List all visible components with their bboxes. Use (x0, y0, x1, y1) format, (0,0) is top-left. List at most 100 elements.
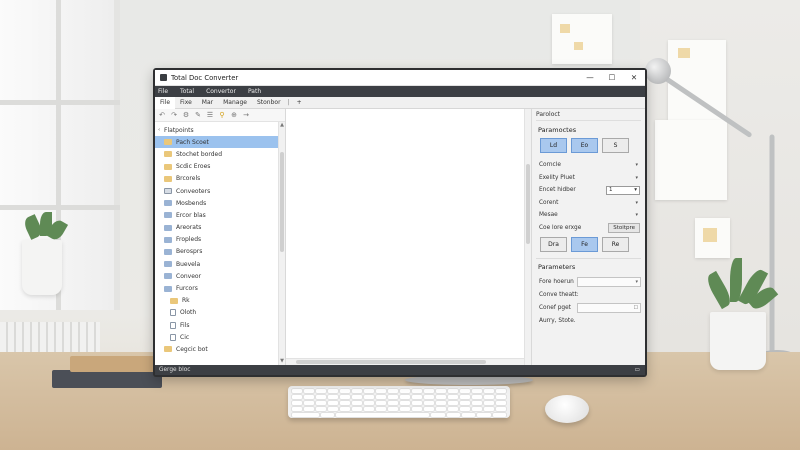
menu-path[interactable]: Path (248, 88, 261, 95)
tree-item[interactable]: Cegcic bot (155, 343, 285, 355)
title-bar: Total Doc Converter — ☐ ✕ (155, 70, 645, 86)
action-button-dra[interactable]: Dra (540, 237, 567, 252)
tree-item[interactable]: Fropleds (155, 234, 285, 246)
tree-item-label: Stochet borded (176, 150, 223, 158)
tree-item[interactable]: Brcorels (155, 173, 285, 185)
tree-item[interactable]: Cic (155, 331, 285, 343)
action-button-fe[interactable]: Fe (571, 237, 598, 252)
param-mesae[interactable]: Mesae ▾ (536, 209, 641, 222)
tab-mar[interactable]: Mar (197, 97, 218, 109)
menu-file[interactable]: File (158, 88, 168, 95)
maximize-button[interactable]: ☐ (601, 70, 623, 86)
minimize-button[interactable]: — (579, 70, 601, 86)
browse-icon[interactable]: ☐ (634, 305, 638, 311)
tree-item-label: Areorats (176, 224, 202, 232)
tree-item[interactable]: Oloth (155, 307, 285, 319)
tree-item[interactable]: Furcors (155, 282, 285, 294)
tree-item-label: Cic (180, 333, 190, 341)
lamp-head (645, 58, 671, 84)
tree-item[interactable]: Berosprs (155, 246, 285, 258)
plant-pot (22, 240, 62, 295)
close-button[interactable]: ✕ (623, 70, 645, 86)
action-button-re[interactable]: Re (602, 237, 629, 252)
preview-hscrollbar[interactable] (286, 358, 524, 365)
chevron-down-icon[interactable]: ▾ (635, 212, 641, 218)
tree-item[interactable]: Stochet borded (155, 148, 285, 160)
folder-icon (164, 236, 172, 243)
tree-item[interactable]: Scdic Eroes (155, 161, 285, 173)
tab-file[interactable]: File (155, 96, 176, 109)
tab-fixe[interactable]: Fixe (175, 97, 197, 109)
fore-hoerun-select[interactable]: ▾ (577, 276, 641, 287)
tree-item[interactable]: Areorats (155, 222, 285, 234)
app-icon (160, 74, 167, 81)
preview-hscroll-thumb[interactable] (296, 360, 486, 364)
param-corent[interactable]: Corent ▾ (536, 197, 641, 210)
search-icon[interactable]: ⚲ (218, 111, 226, 119)
tree-item[interactable]: Buevela (155, 258, 285, 270)
undo-icon[interactable]: ↶ (158, 111, 166, 119)
mode-button-ld[interactable]: Ld (540, 138, 567, 153)
chevron-down-icon: ▾ (635, 278, 638, 285)
field-fore-hoerun: Fore hoerun ▾ (536, 275, 641, 288)
encet-select[interactable]: 1 ▾ (606, 185, 640, 195)
file-tree: ‹ Flatpoints Pach Scoet Stochet borded Scd… (155, 122, 285, 356)
wall-note (668, 40, 726, 120)
forward-icon[interactable]: → (242, 111, 250, 119)
tree-item-label: Conveoters (176, 187, 211, 195)
menu-convertor[interactable]: Convertor (206, 88, 236, 95)
preview-area[interactable] (286, 109, 531, 365)
tree-scroll-thumb[interactable] (280, 152, 284, 252)
folder-icon (170, 297, 178, 304)
tree-root[interactable]: ‹ Flatpoints (155, 124, 285, 136)
section-heading: Paramoctes (538, 126, 577, 134)
param-label: Corent (539, 199, 559, 206)
param-exelity-pluet[interactable]: Exelity Pluet ▾ (536, 172, 641, 185)
add-tab-button[interactable]: + (292, 97, 307, 109)
monitor: Total Doc Converter — ☐ ✕ File Total Con… (153, 68, 647, 377)
conef-pget-input[interactable]: ☐ (577, 302, 641, 313)
menu-total[interactable]: Total (180, 88, 194, 95)
tree-item[interactable]: Conveor (155, 270, 285, 282)
footer-row: Aurry, Stote. (536, 314, 641, 327)
scroll-up-icon[interactable]: ▲ (279, 122, 285, 129)
tree-item[interactable]: Conveoters (155, 185, 285, 197)
mode-button-s[interactable]: S (602, 138, 629, 153)
tab-manage[interactable]: Manage (218, 97, 252, 109)
tree-toolbar: ↶ ↷ ⚙ ✎ ☰ ⚲ ⊕ → (155, 109, 285, 122)
chevron-down-icon[interactable]: ▾ (635, 200, 641, 206)
tree-item-label: Conveor (176, 272, 202, 280)
edit-icon[interactable]: ✎ (194, 111, 202, 119)
redo-icon[interactable]: ↷ (170, 111, 178, 119)
computer-icon (164, 188, 172, 195)
field-label: Fore hoerun (539, 278, 574, 285)
param-label: Mesae (539, 212, 558, 219)
status-bar: Gerge bloc ▭ (155, 365, 645, 375)
stoitpre-button[interactable]: Stoitpre (608, 222, 640, 233)
zoom-icon[interactable]: ⊕ (230, 111, 238, 119)
chevron-down-icon[interactable]: ▾ (635, 175, 641, 181)
tree-item-label: Oloth (180, 309, 197, 317)
tree-item[interactable]: Fils (155, 319, 285, 331)
tool-icon[interactable]: ⚙ (182, 111, 190, 119)
scroll-down-icon[interactable]: ▼ (279, 358, 285, 365)
tree-item[interactable]: Rk (155, 295, 285, 307)
list-icon[interactable]: ☰ (206, 111, 214, 119)
mode-button-eo[interactable]: Eo (571, 138, 598, 153)
folder-icon (164, 163, 172, 170)
folder-icon (164, 285, 172, 292)
field-label: Conef pget (539, 304, 571, 311)
tree-scrollbar[interactable]: ▲ ▼ (278, 122, 285, 365)
tree-item[interactable]: Mosbends (155, 197, 285, 209)
chevron-down-icon[interactable]: ▾ (635, 162, 641, 168)
preview-vscrollbar[interactable] (524, 109, 531, 365)
document-icon (170, 309, 176, 317)
chevron-down-icon: ▾ (634, 187, 637, 194)
tree-item[interactable]: Ercor blas (155, 209, 285, 221)
param-encet-hidber: Encet hidber 1 ▾ (536, 184, 641, 197)
tab-stonbor[interactable]: Stonbor (252, 97, 286, 109)
param-corncle[interactable]: Corncle ▾ (536, 159, 641, 172)
preview-vscroll-thumb[interactable] (526, 164, 530, 244)
tree-item[interactable]: Pach Scoet (155, 136, 285, 149)
keyboard (288, 386, 510, 418)
